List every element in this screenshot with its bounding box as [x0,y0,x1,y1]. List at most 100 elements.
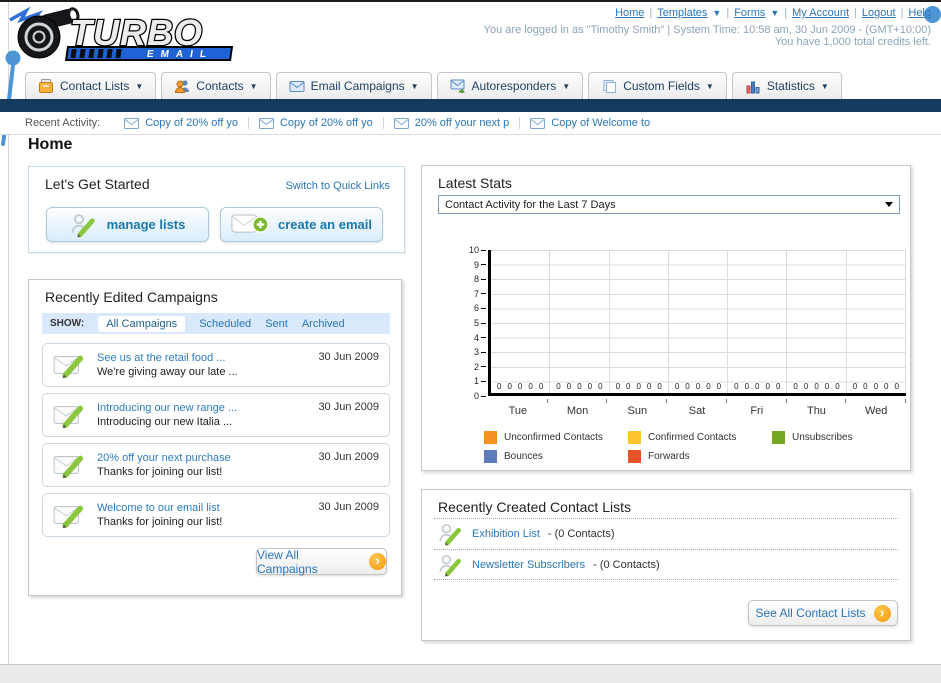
chevron-down-icon: ▼ [410,81,419,91]
chart-value-label: 0 [646,382,652,391]
tab-label: Contacts [196,79,244,93]
create-email-button[interactable]: create an email [220,207,383,242]
x-axis-tick [846,399,907,403]
campaign-date: 30 Jun 2009 [318,501,379,513]
tab-email-campaigns[interactable]: Email Campaigns ▼ [275,72,432,99]
see-all-contact-lists-button[interactable]: See All Contact Lists › [748,600,898,626]
chart-plot-area: 00000000000000000000000000000000000 [488,250,906,396]
filter-scheduled[interactable]: Scheduled [199,318,251,330]
chart-value-label: 0 [852,382,858,391]
chart-day-label: Fri [750,405,764,417]
chart-value-label: 0 [863,382,868,391]
header-link-templates[interactable]: Templates [657,7,707,19]
filter-sent[interactable]: Sent [265,318,288,330]
create-email-label: create an email [278,217,372,232]
recent-activity-item[interactable]: 20% off your next p [384,117,521,129]
campaign-title-link[interactable]: Welcome to our email list [97,502,222,514]
chart-day-label: Mon [566,405,589,417]
campaign-subtitle: Thanks for joining our list! [97,466,223,478]
chart-day-group: 00000 [787,250,847,393]
chart-value-label: 0 [765,382,770,391]
x-axis-tick [607,399,668,403]
recent-activity-item[interactable]: Copy of 20% off yo [249,117,384,129]
tab-label: Autoresponders [471,79,557,93]
chart-value-label: 0 [538,382,544,391]
switch-to-quick-links[interactable]: Switch to Quick Links [285,180,390,192]
legend-swatch [628,431,641,444]
chart-value-label: 0 [577,382,582,391]
chart-value-label: 0 [835,382,840,391]
tab-custom-fields[interactable]: Custom Fields ▼ [588,72,727,99]
chevron-down-icon: ▼ [249,81,258,91]
chevron-down-icon: ▼ [770,8,780,18]
campaign-title-link[interactable]: See us at the retail food ... [97,352,238,364]
tab-statistics[interactable]: Statistics ▼ [731,72,842,99]
envelope-plus-icon [231,214,269,233]
header-link-my-account[interactable]: My Account [792,7,849,19]
chart-value-label: 0 [793,382,798,391]
people-pencil-icon [439,554,461,576]
contact-lists-title: Recently Created Contact Lists [438,499,631,515]
legend-item: Forwards [628,447,772,466]
chart-value-label: 0 [824,382,830,391]
x-axis-tick [787,399,847,403]
envelope-icon [530,117,546,129]
link-separator: | [900,7,904,19]
chart-value-label: 0 [556,382,561,391]
filter-archived[interactable]: Archived [302,318,345,330]
contact-list-count: - (0 Contacts) [547,528,615,540]
tab-contact-lists[interactable]: Contact Lists ▼ [25,72,157,99]
autoresponders-icon [450,79,465,93]
legend-swatch [628,450,641,463]
recent-activity-text: Copy of 20% off yo [145,117,238,129]
header-link-help[interactable]: Help [908,7,931,19]
manage-lists-button[interactable]: manage lists [46,207,209,242]
get-started-title: Let's Get Started [45,176,150,192]
campaign-title-link[interactable]: Introducing our new range ... [97,402,237,414]
header-link-forms[interactable]: Forms [734,7,765,19]
contact-list-name-link[interactable]: Newsletter Subscribers [472,559,585,571]
select-caret-icon [885,202,893,207]
stats-report-select[interactable]: Contact Activity for the Last 7 Days [438,195,900,214]
chevron-down-icon: ▼ [712,8,722,18]
chart-day-labels: Tue Mon Sun Sat Fri Thu Wed [488,405,906,417]
latest-stats-panel: Latest Stats Contact Activity for the La… [421,165,911,471]
chart-value-label: 0 [814,382,819,391]
statistics-icon [746,81,760,93]
link-separator: | [649,7,653,19]
header-link-home[interactable]: Home [615,7,644,19]
campaign-title-link[interactable]: 20% off your next purchase [97,452,231,464]
chart-value-label: 0 [598,382,603,391]
chart-value-label: 0 [528,382,533,391]
chart-value-label: 0 [716,382,722,391]
chart-value-label: 0 [734,382,739,391]
envelope-pencil-icon [53,355,84,379]
legend-item: Confirmed Contacts [628,428,772,447]
filter-all-campaigns[interactable]: All Campaigns [98,315,186,332]
campaign-card: See us at the retail food ... We're givi… [42,343,390,387]
recent-activity-text: Copy of 20% off yo [279,117,373,129]
contact-list-name-link[interactable]: Exhibition List [472,528,540,540]
link-separator: | [726,7,730,19]
header-link-logout[interactable]: Logout [862,7,896,19]
x-axis-tick [548,399,608,403]
chart-value-label: 0 [657,382,662,391]
chart-day-group: 00000 [728,250,788,393]
y-axis-label: 0 [474,391,486,401]
campaigns-panel-title: Recently Edited Campaigns [45,289,218,305]
chart-day-label: Thu [806,405,826,417]
legend-item: Bounces [484,447,628,466]
tab-label: Custom Fields [623,79,700,93]
chart-value-label: 0 [775,382,781,391]
chevron-down-icon: ▼ [820,81,829,91]
tab-label: Contact Lists [60,79,130,93]
envelope-pencil-icon [53,405,84,429]
tab-contacts[interactable]: Contacts ▼ [161,72,271,99]
tab-autoresponders[interactable]: Autoresponders ▼ [436,72,584,99]
view-all-campaigns-button[interactable]: View All Campaigns › [256,548,387,576]
logged-in-status: You are logged in as "Timothy Smith" | S… [483,24,931,36]
page-title: Home [28,136,73,153]
recent-activity-item[interactable]: Copy of 20% off yo [114,117,249,129]
recent-activity-item[interactable]: Copy of Welcome to [520,117,660,129]
contact-lists-panel: Recently Created Contact Lists Exhibitio… [421,489,911,641]
